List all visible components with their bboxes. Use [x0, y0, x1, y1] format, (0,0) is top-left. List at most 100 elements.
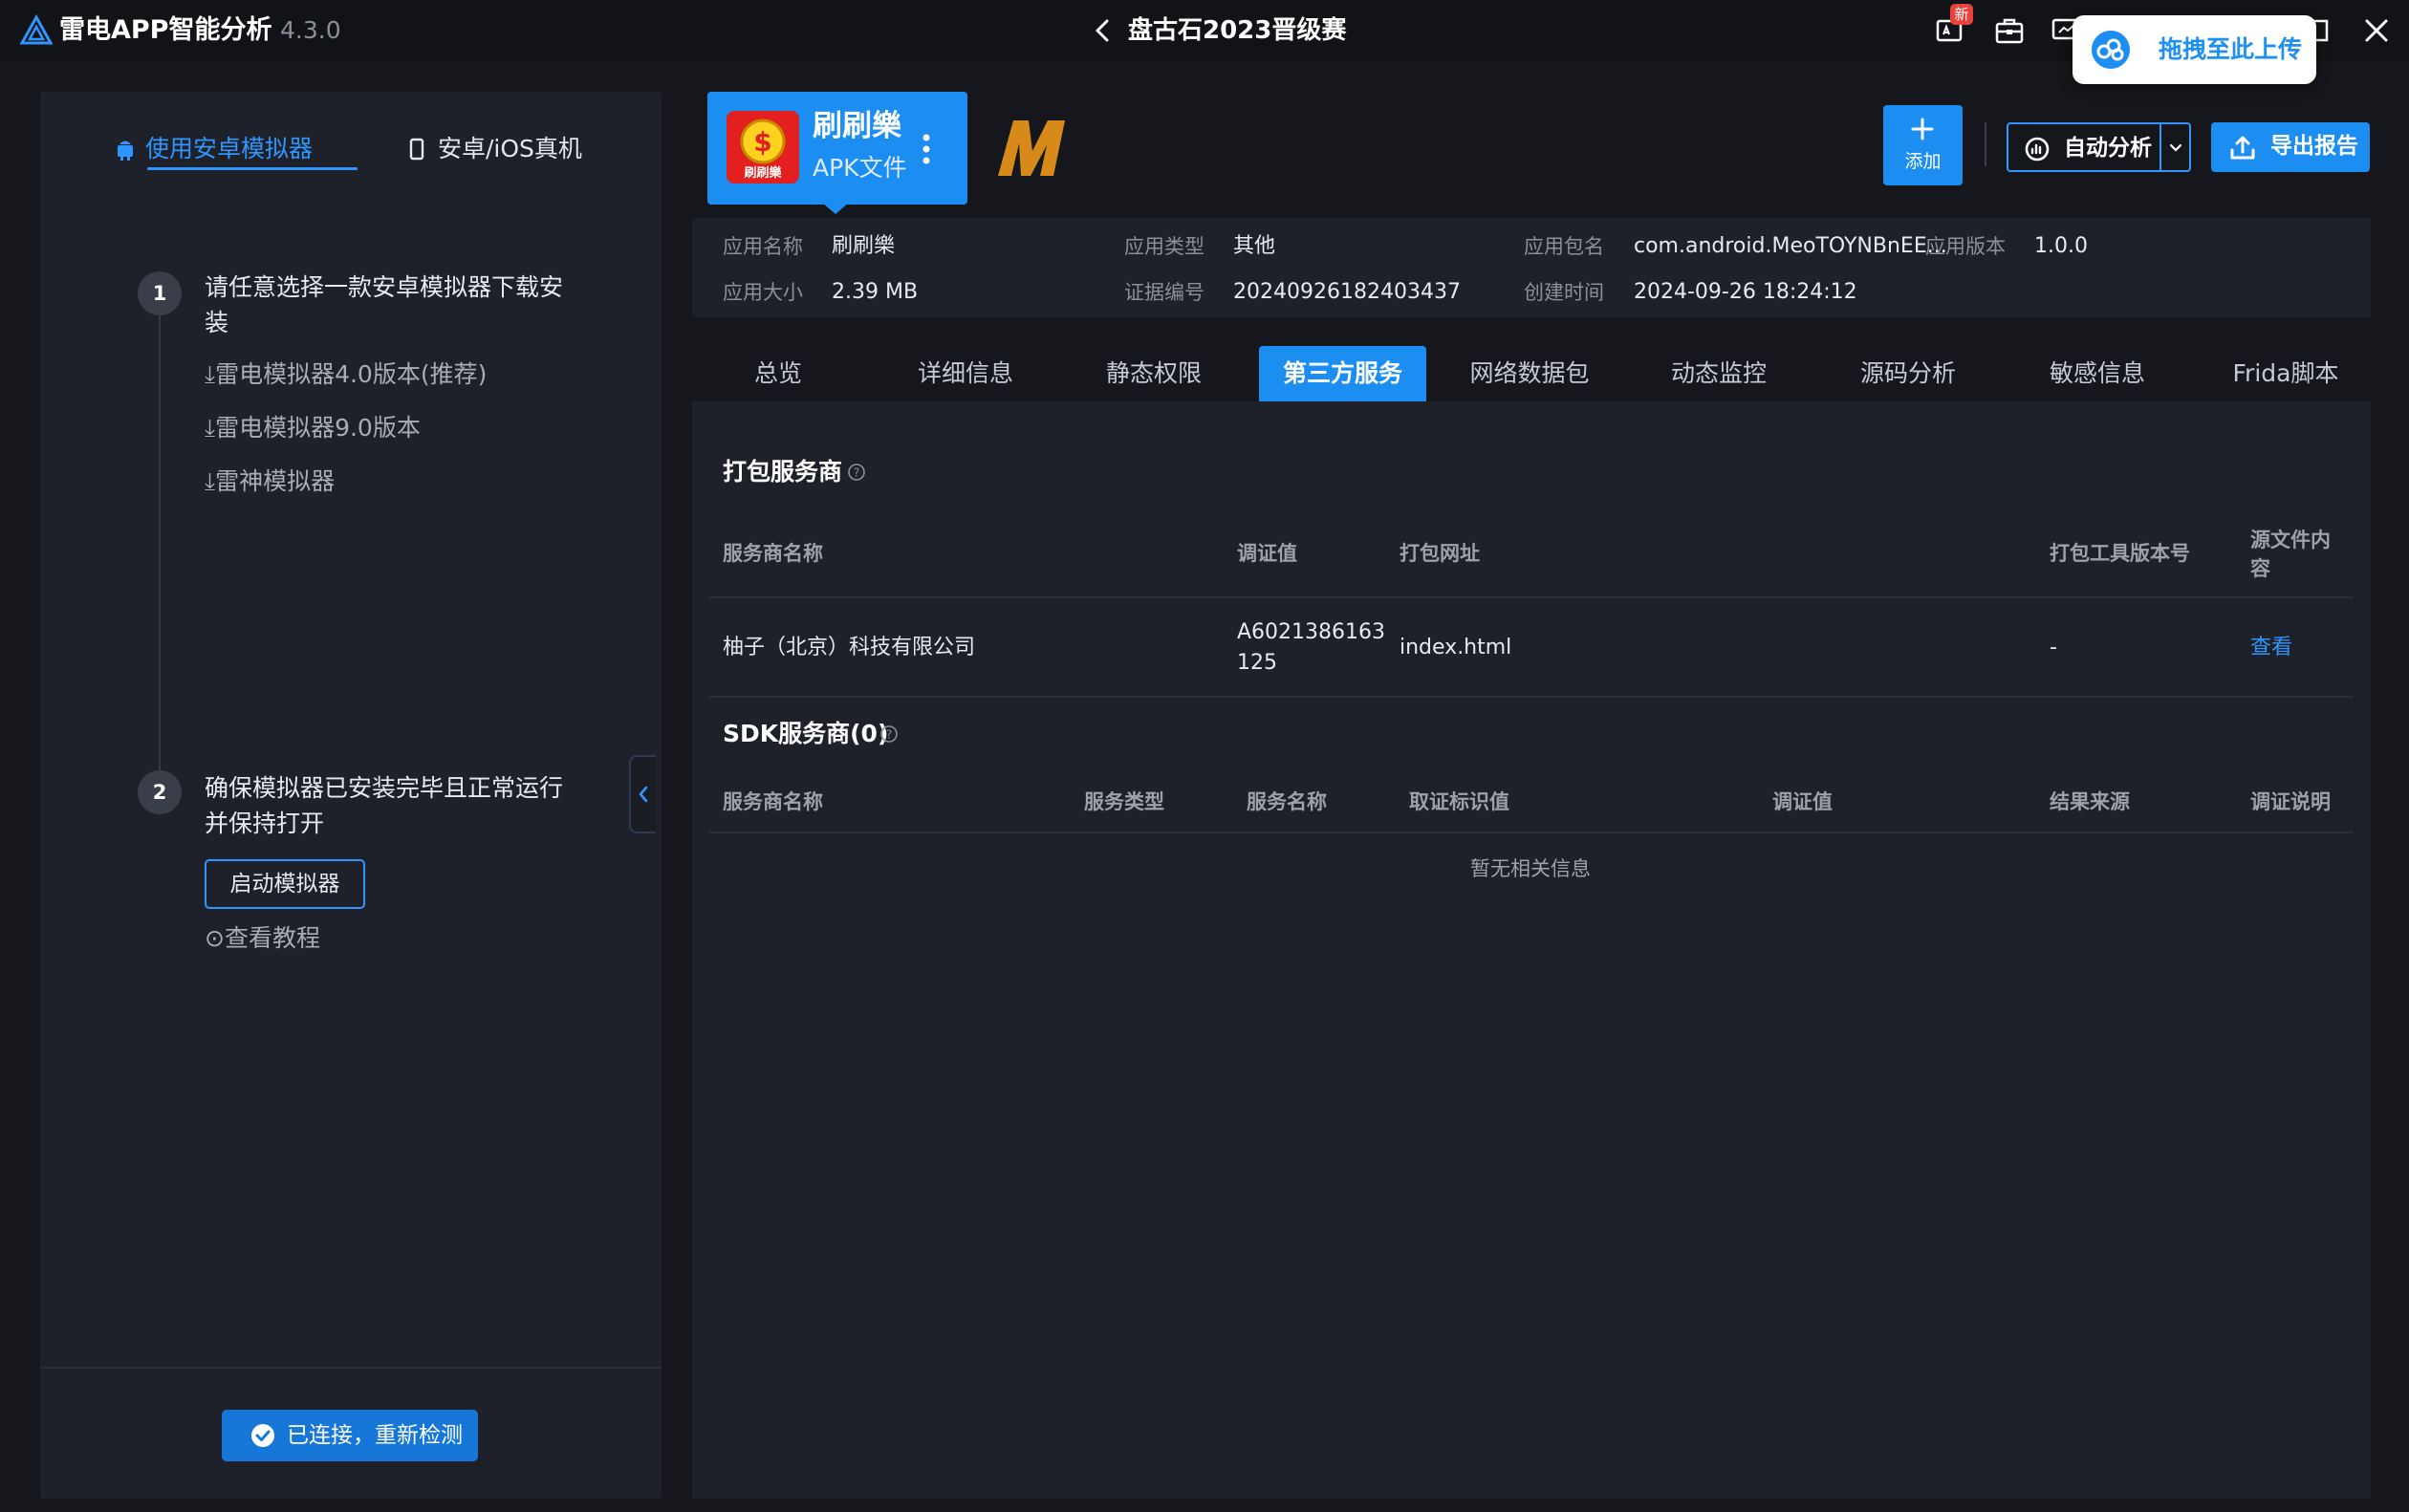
step-2-number: 2 — [138, 770, 182, 814]
package-label: 应用包名 — [1524, 235, 1604, 258]
start-emulator-button[interactable]: 启动模拟器 — [205, 859, 365, 909]
size-value: 2.39 MB — [832, 280, 919, 304]
table-divider — [709, 596, 2354, 598]
app-card-type: APK文件 — [813, 154, 907, 182]
download-leidian-4-link[interactable]: ⤓雷电模拟器4.0版本(推荐) — [205, 357, 487, 392]
analysis-gauge-icon — [2025, 137, 2050, 162]
panel-divider — [40, 1367, 662, 1369]
sdk-header-provider: 服务商名称 — [723, 790, 823, 813]
app-type-label: 应用类型 — [1124, 235, 1204, 258]
reconnect-label: 已连接，重新检测 — [287, 1423, 463, 1448]
tab-sensitive-info[interactable]: 敏感信息 — [2030, 346, 2164, 401]
view-tutorial-link[interactable]: ⊙查看教程 — [205, 921, 320, 956]
upload-drop-widget[interactable]: 拖拽至此上传 — [2073, 15, 2316, 84]
tab-details[interactable]: 详细信息 — [899, 346, 1032, 401]
app-logo-icon — [19, 13, 54, 45]
tab-third-party-services[interactable]: 第三方服务 — [1259, 346, 1426, 401]
cloud-upload-icon — [2092, 31, 2130, 69]
download-leishen-link[interactable]: ⤓雷神模拟器 — [205, 464, 335, 499]
tab-overview[interactable]: 总览 — [711, 346, 845, 401]
packer-section-title: 打包服务商 — [723, 458, 843, 486]
tab-source-analysis[interactable]: 源码分析 — [1841, 346, 1975, 401]
auto-analysis-button[interactable]: 自动分析 — [2007, 122, 2191, 172]
toolbox-icon[interactable] — [1992, 13, 2027, 48]
add-button-label: 添加 — [1904, 151, 1942, 172]
download-link-label: 雷神模拟器 — [215, 467, 336, 495]
android-icon — [118, 140, 133, 161]
created-value: 2024-09-26 18:24:12 — [1634, 280, 1857, 304]
split-divider — [2159, 124, 2161, 170]
window-title: 盘古石2023晋级赛 — [1128, 16, 1347, 45]
package-value: com.android.MeoTOYNBnEE... — [1634, 234, 1947, 258]
add-button[interactable]: 添加 — [1883, 105, 1963, 185]
app-info-panel: 应用名称 刷刷樂 应用类型 其他 应用包名 com.android.MeoTOY… — [692, 218, 2371, 317]
view-tutorial-label: 查看教程 — [224, 924, 320, 952]
chevron-left-icon — [639, 786, 648, 803]
app-card[interactable]: $ 刷刷樂 刷刷樂 APK文件 — [707, 92, 967, 205]
app-name-label: 应用名称 — [723, 235, 803, 258]
svg-text:$: $ — [753, 126, 771, 158]
app-version: 4.3.0 — [280, 16, 341, 44]
tab-static-permissions[interactable]: 静态权限 — [1087, 346, 1221, 401]
active-tab-underline — [147, 167, 358, 170]
reconnect-button[interactable]: 已连接，重新检测 — [222, 1410, 478, 1461]
download-icon: ⤓ — [205, 360, 216, 388]
version-label: 应用版本 — [1925, 235, 2006, 258]
sdk-empty-message: 暂无相关信息 — [1470, 857, 1591, 880]
step-1-title: 请任意选择一款安卓模拟器下载安装 — [205, 273, 564, 336]
packer-header-name: 服务商名称 — [723, 542, 823, 565]
back-chevron-icon[interactable] — [1090, 15, 1117, 46]
check-circle-icon — [251, 1424, 274, 1447]
chevron-down-icon[interactable] — [2167, 140, 2184, 157]
packer-header-evidence: 调证值 — [1237, 542, 1297, 565]
new-badge: 新 — [1950, 4, 1973, 25]
step-1-number: 1 — [138, 271, 182, 315]
packer-row-evidence: A6021386163 125 — [1237, 620, 1386, 675]
upload-label: 拖拽至此上传 — [2159, 35, 2303, 63]
collapse-panel-handle[interactable] — [629, 755, 656, 833]
export-report-button[interactable]: 导出报告 — [2211, 122, 2370, 172]
tab-dynamic-monitoring[interactable]: 动态监控 — [1652, 346, 1786, 401]
sdk-section-title: SDK服务商(0) — [723, 720, 889, 747]
left-panel: 使用安卓模拟器 安卓/iOS真机 1 请任意选择一款安卓模拟器下载安装 ⤓雷电模… — [40, 92, 662, 1499]
created-label: 创建时间 — [1524, 281, 1604, 304]
close-icon[interactable] — [2359, 13, 2394, 48]
sdk-header-evidence: 调证值 — [1772, 790, 1833, 813]
download-link-label: 雷电模拟器9.0版本 — [215, 414, 421, 442]
table-divider — [709, 696, 2354, 698]
tab-network-packets[interactable]: 网络数据包 — [1463, 346, 1596, 401]
packer-header-tool-version: 打包工具版本号 — [2050, 542, 2190, 565]
tab-real-device-label: 安卓/iOS真机 — [438, 135, 582, 162]
m-logo-icon — [998, 120, 1065, 176]
toolbar-separator — [1985, 122, 1986, 166]
sdk-header-service-name: 服务名称 — [1247, 790, 1327, 813]
table-divider — [709, 832, 2354, 833]
evidence-value: 20240926182403437 — [1233, 280, 1461, 304]
help-circle-icon[interactable]: ? — [879, 724, 899, 744]
app-card-name: 刷刷樂 — [813, 109, 901, 143]
svg-text:?: ? — [854, 466, 859, 480]
tab-frida-script[interactable]: Frida脚本 — [2214, 346, 2357, 401]
step-2-title: 确保模拟器已安装完毕且正常运行并保持打开 — [205, 774, 564, 837]
download-icon: ⤓ — [205, 414, 216, 442]
sdk-header-description: 调证说明 — [2250, 790, 2331, 813]
app-card-pointer — [822, 203, 849, 214]
auto-analysis-label: 自动分析 — [2064, 136, 2152, 161]
packer-row-url: index.html — [1400, 636, 1512, 659]
sdk-header-result-source: 结果来源 — [2050, 790, 2130, 813]
evidence-label: 证据编号 — [1124, 281, 1204, 304]
help-circle-icon[interactable]: ? — [847, 463, 866, 482]
step-connector-line — [159, 315, 161, 770]
more-vertical-icon[interactable] — [922, 132, 931, 166]
packer-header-url: 打包网址 — [1400, 542, 1480, 565]
play-circle-icon: ⊙ — [205, 924, 225, 952]
view-source-link[interactable]: 查看 — [2250, 633, 2292, 663]
download-link-label: 雷电模拟器4.0版本(推荐) — [215, 360, 488, 388]
tab-android-emulator-label: 使用安卓模拟器 — [145, 135, 314, 162]
app-icon-text: 刷刷樂 — [744, 166, 782, 181]
sdk-header-identifier: 取证标识值 — [1409, 790, 1509, 813]
export-report-label: 导出报告 — [2270, 134, 2358, 159]
app-name-value: 刷刷樂 — [832, 234, 896, 258]
sdk-header-service-type: 服务类型 — [1084, 790, 1164, 813]
download-leidian-9-link[interactable]: ⤓雷电模拟器9.0版本 — [205, 411, 421, 445]
